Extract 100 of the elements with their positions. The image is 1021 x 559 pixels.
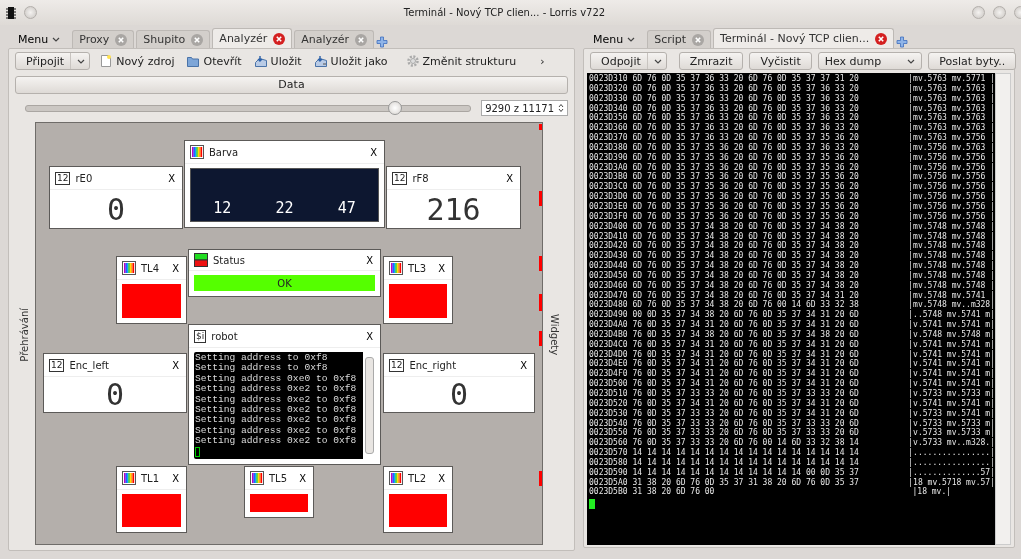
toolbar-button[interactable]: Uložit: [250, 54, 305, 68]
menu-button[interactable]: Menu: [8, 33, 71, 48]
close-icon[interactable]: [875, 32, 888, 45]
tab[interactable]: Terminál - Nový TCP clien...: [713, 28, 895, 48]
hex-address: 0023D3E0: [589, 201, 628, 212]
hex-address: 0023D3B0: [589, 172, 628, 182]
ascii-text: |mv.5748 mv.5748 |: [908, 221, 995, 232]
close-icon[interactable]: [115, 33, 128, 46]
close-button[interactable]: X: [436, 472, 447, 484]
ascii-text: |mv.5756 mv.5756 |: [908, 192, 995, 202]
close-button[interactable]: X: [297, 472, 308, 484]
ascii-text: |mv.5763 mv.5763 |: [908, 103, 995, 114]
hex-bytes: 6D 76 0D 35 37 34 38 20 6D 76 0D 35 37 34 31 20: [632, 290, 860, 300]
toolbar-button[interactable]: Změnit strukturu: [402, 54, 520, 68]
close-icon[interactable]: [191, 33, 204, 46]
hex-address: 0023D400: [589, 221, 628, 232]
terminal-line: Setting address 0xe2 to 0xf8: [195, 436, 358, 447]
hex-address: 0023D540: [589, 418, 628, 428]
hex-address: 0023D470: [589, 290, 628, 300]
spin-arrows-icon[interactable]: [558, 103, 564, 113]
close-button[interactable]: X: [518, 359, 529, 371]
edge-marker: [539, 294, 542, 311]
new-file-icon: [99, 54, 114, 68]
settings-icon: [405, 54, 420, 68]
widget-title: Enc_left: [69, 359, 110, 371]
hex-address: 0023D390: [589, 152, 628, 163]
mode-dropdown[interactable]: Hex dump: [817, 52, 923, 70]
ascii-text: |v.5733 mv..m328.|: [908, 438, 995, 449]
dock-tab[interactable]: Widgety: [543, 122, 565, 548]
number-icon: 12: [389, 358, 405, 372]
tab[interactable]: Script: [647, 30, 712, 48]
hex-bytes: 31 38 20 6D 76 00: [632, 487, 716, 498]
hex-bytes: 6D 76 0D 35 37 35 36 20 6D 76 0D 35 37 35 36 20: [632, 162, 860, 172]
hex-address: 0023D380: [589, 142, 628, 153]
timeline-slider[interactable]: [25, 104, 472, 112]
freeze-button[interactable]: Zmrazit: [678, 52, 744, 70]
close-icon[interactable]: [355, 33, 368, 46]
connect-button[interactable]: Připojit: [15, 52, 91, 70]
terminal-line: Setting address 0xe2 to 0xf8: [195, 394, 358, 405]
close-button[interactable]: X: [364, 254, 375, 266]
hex-bytes: 6D 76 0D 35 37 35 36 20 6D 76 0D 35 37 35 36 20: [632, 192, 860, 202]
ascii-text: |mv.5756 mv.5756 |: [908, 211, 995, 222]
window-menu-button[interactable]: [24, 6, 37, 19]
hex-address: 0023D500: [589, 379, 628, 389]
toolbar-button[interactable]: Otevřít: [183, 54, 245, 68]
ascii-text: |mv.5756 mv.5756 |: [908, 162, 995, 173]
ascii-text: |v.5733 mv.5741 m|: [908, 408, 995, 419]
maximize-button[interactable]: [993, 6, 1006, 19]
clear-button[interactable]: Vyčistit: [749, 52, 812, 70]
ascii-text: |mv.5756 mv.5756 |: [908, 152, 995, 163]
tab[interactable]: Analyzér: [294, 30, 375, 48]
ascii-text: |mv.5763 mv.5763 |: [908, 113, 995, 124]
hex-bytes: 6D 76 0D 35 37 34 38 20 6D 76 0D 35 37 34 38 20: [632, 231, 860, 241]
close-button[interactable]: X: [364, 330, 375, 342]
number-icon: 12: [55, 171, 71, 185]
close-icon[interactable]: [273, 32, 286, 45]
hex-bytes: 14 14 14 14 14 14 14 14 14 14 14 14 14 14 14 14: [632, 457, 860, 468]
tab[interactable]: Proxy: [72, 30, 135, 48]
add-tab-icon[interactable]: [896, 36, 909, 48]
ascii-text: |v.5741 mv.5741 m|: [908, 369, 995, 380]
tab[interactable]: Shupito: [136, 30, 211, 48]
close-button[interactable]: X: [170, 472, 181, 484]
overflow-button[interactable]: ›: [537, 54, 548, 68]
send-bytes-button[interactable]: Poslat byty..: [928, 52, 1017, 70]
dock-tab[interactable]: Přehrávání: [13, 122, 35, 548]
widget-title: TL3: [408, 262, 428, 274]
scrollbar[interactable]: [995, 73, 1011, 545]
ascii-text: |18 mv.|: [912, 487, 952, 498]
hex-bytes: 14 14 14 14 14 14 14 14 14 14 14 14 00 0D 35 37: [632, 467, 860, 478]
color-stripes-icon: [122, 261, 136, 275]
edge-marker: [539, 124, 542, 130]
menu-button[interactable]: Menu: [583, 33, 646, 48]
position-spinbox[interactable]: 9290 z 11171: [481, 100, 568, 116]
hex-bytes: 76 0D 35 37 34 31 20 6D 76 0D 35 37 34 31 20 6D: [632, 359, 860, 369]
disconnect-button[interactable]: Odpojit: [590, 52, 667, 70]
hex-address: 0023D4F0: [589, 369, 628, 379]
widget-title: TL2: [408, 472, 428, 484]
add-tab-icon[interactable]: [376, 36, 389, 48]
close-button[interactable]: X: [436, 262, 447, 274]
ascii-text: |mv.5756 mv.5756 |: [908, 172, 995, 183]
hex-bytes: 6D 76 0D 35 37 35 36 20 6D 76 0D 35 37 35 36 20: [632, 182, 860, 192]
slider-thumb[interactable]: [387, 100, 402, 115]
close-button[interactable]: X: [166, 172, 177, 184]
ascii-text: |v.5748 mv.5748 m|: [908, 329, 995, 340]
terminal-cursor: [589, 499, 595, 510]
toolbar-button[interactable]: Nový zdroj: [96, 54, 178, 68]
hex-address: 0023D510: [589, 389, 628, 399]
close-button[interactable]: X: [504, 172, 515, 184]
hex-bytes: 76 0D 35 37 34 31 20 6D 76 0D 35 37 34 31 20 6D: [632, 320, 860, 330]
close-button[interactable]: X: [368, 146, 379, 158]
ascii-text: |v.5741 mv.5741 m|: [908, 379, 995, 389]
widget-title: Enc_right: [409, 359, 458, 371]
close-icon[interactable]: [692, 33, 705, 46]
tab[interactable]: Analyzér: [212, 28, 293, 48]
data-button[interactable]: Data: [15, 76, 568, 94]
close-button[interactable]: X: [170, 262, 181, 274]
toolbar-button[interactable]: Uložit jako: [310, 54, 391, 68]
terminal-line: Setting address 0xe2 to 0xf8: [195, 415, 358, 426]
close-button[interactable]: X: [170, 359, 181, 371]
minimize-button[interactable]: [972, 6, 985, 19]
